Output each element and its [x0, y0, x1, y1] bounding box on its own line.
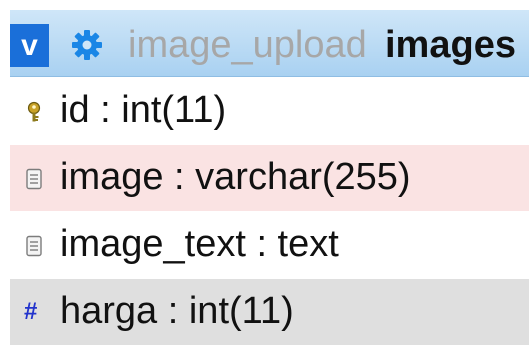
key-icon — [27, 101, 41, 122]
database-name[interactable]: image_upload — [128, 22, 367, 68]
hash-icon: # — [24, 298, 38, 325]
column-row-harga[interactable]: # harga : int(11) — [10, 279, 529, 345]
column-label: image_text : text — [60, 223, 339, 265]
text-field-icon — [26, 235, 42, 257]
column-label: image : varchar(255) — [60, 156, 411, 198]
table-name[interactable]: images — [385, 22, 516, 68]
column-label: id : int(11) — [60, 89, 227, 131]
text-field-icon — [26, 168, 42, 190]
column-row-image[interactable]: image : varchar(255) — [10, 145, 529, 211]
gear-icon[interactable] — [71, 29, 103, 61]
collapse-button[interactable]: v — [10, 24, 49, 67]
column-row-image-text[interactable]: image_text : text — [10, 212, 529, 278]
table-card: v image_upload images id: int(11) image… — [10, 10, 529, 347]
column-row-id[interactable]: id : int(11) — [10, 78, 529, 144]
column-label: harga : int(11) — [60, 290, 294, 332]
table-header[interactable]: v image_upload images — [10, 10, 529, 77]
